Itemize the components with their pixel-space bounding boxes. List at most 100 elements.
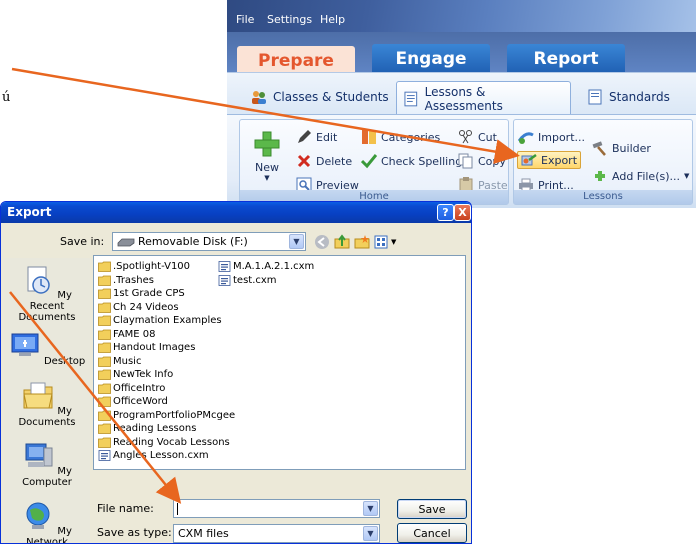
folder-icon	[98, 410, 111, 421]
import-icon	[518, 132, 534, 144]
place-desktop[interactable]: Desktop	[4, 330, 90, 367]
tab-standards-label: Standards	[609, 90, 670, 104]
file-item-label: ProgramPortfolioPMcgee	[113, 409, 236, 421]
file-item-label: Reading Vocab Lessons	[113, 436, 230, 448]
folder-icon	[98, 275, 111, 286]
back-icon[interactable]	[314, 234, 330, 250]
add-files-button[interactable]: Add File(s)... ▼	[592, 167, 689, 185]
folder-icon	[98, 329, 111, 340]
my-network-icon	[26, 502, 50, 529]
top-tabs: Prepare Engage Report	[227, 32, 696, 76]
save-type-label: Save as type:	[97, 526, 172, 539]
check-spelling-label: Check Spelling	[381, 154, 463, 168]
tab-engage[interactable]: Engage	[372, 44, 490, 74]
save-in-dropdown[interactable]: Removable Disk (F:) ▼	[112, 232, 306, 251]
help-button[interactable]: ?	[437, 204, 454, 221]
builder-button[interactable]: Builder	[592, 139, 651, 157]
import-button[interactable]: Import...	[518, 128, 585, 146]
red-x-icon	[297, 154, 311, 168]
folder-icon	[98, 302, 111, 313]
delete-label: Delete	[316, 154, 353, 168]
copy-button[interactable]: Copy	[458, 152, 506, 170]
save-button[interactable]: Save	[397, 499, 467, 519]
chevron-down-icon[interactable]: ▼	[363, 501, 378, 516]
folder-item[interactable]: .Spotlight-V100	[98, 260, 190, 273]
up-folder-icon[interactable]	[334, 233, 350, 250]
file-item-label: .Spotlight-V100	[113, 261, 191, 272]
folder-item[interactable]: NewTek Info	[98, 368, 173, 381]
place-my-network[interactable]: My Network	[4, 500, 90, 543]
folder-item[interactable]: Ch 24 Videos	[98, 301, 179, 314]
file-list[interactable]: .Spotlight-V100 .Trashes 1st Grade CPS Ch 2…	[93, 255, 466, 470]
tab-classes-students[interactable]: Classes & Students	[245, 82, 395, 112]
tab-lessons-assessments[interactable]: Lessons & Assessments	[396, 81, 571, 115]
new-folder-icon[interactable]	[354, 234, 370, 250]
dialog-titlebar[interactable]: Export ? X	[1, 202, 471, 223]
menu-settings[interactable]: Settings	[267, 13, 312, 26]
chevron-down-icon[interactable]: ▼	[391, 238, 396, 246]
cancel-button[interactable]: Cancel	[397, 523, 467, 543]
place-my-documents[interactable]: My Documents	[4, 380, 90, 428]
recent-documents-icon	[27, 266, 50, 294]
file-item-label: test.cxm	[233, 274, 277, 286]
export-button[interactable]: Export	[517, 151, 582, 169]
file-item-label: M.A.1.A.2.1.cxm	[233, 261, 315, 272]
folder-item[interactable]: Handout Images	[98, 341, 195, 354]
categories-button[interactable]: Categories	[361, 128, 440, 146]
place-my-computer[interactable]: My Computer	[4, 440, 90, 488]
dialog-toolbar: ▼	[314, 232, 396, 251]
save-type-dropdown[interactable]: CXM files ▼	[173, 524, 380, 543]
new-button[interactable]: New ▼	[252, 130, 282, 182]
menu-file[interactable]: File	[236, 13, 254, 26]
folder-item[interactable]: Reading Vocab Lessons	[98, 436, 230, 449]
place-my-recent-documents[interactable]: My Recent Documents	[4, 264, 90, 323]
chevron-down-icon: ▼	[684, 172, 690, 180]
folder-item[interactable]: FAME 08	[98, 328, 156, 341]
folder-icon	[98, 288, 111, 299]
categories-label: Categories	[381, 130, 441, 144]
tab-report[interactable]: Report	[507, 44, 625, 74]
copy-label: Copy	[478, 154, 506, 168]
folder-icon	[98, 369, 111, 380]
check-spelling-button[interactable]: Check Spelling	[361, 152, 462, 170]
cxm-file-icon	[218, 274, 231, 286]
view-menu-icon[interactable]	[374, 234, 390, 250]
folder-item[interactable]: OfficeWord	[98, 395, 168, 408]
folder-item[interactable]: Reading Lessons	[98, 422, 196, 435]
file-name-input[interactable]: ▼	[173, 499, 380, 518]
removable-disk-icon	[117, 238, 135, 246]
folder-item[interactable]: 1st Grade CPS	[98, 287, 185, 300]
tab-standards[interactable]: Standards	[581, 82, 676, 112]
edit-button[interactable]: Edit	[296, 128, 337, 146]
my-documents-icon	[23, 382, 53, 409]
cxm-file-icon	[98, 450, 111, 461]
folder-item[interactable]: .Trashes	[98, 274, 154, 287]
folder-item[interactable]: Claymation Examples	[98, 314, 222, 327]
chevron-down-icon[interactable]: ▼	[363, 526, 378, 541]
menu-help[interactable]: Help	[320, 13, 345, 26]
file-item-label: FAME 08	[113, 328, 156, 340]
folder-item[interactable]: ProgramPortfolioPMcgee	[98, 409, 235, 422]
file-item[interactable]: M.A.1.A.2.1.cxm	[218, 260, 314, 273]
export-label: Export	[541, 153, 578, 167]
file-item-label: Ch 24 Videos	[113, 301, 179, 313]
sub-tabs: Classes & Students Lessons & Assessments…	[227, 72, 696, 116]
save-in-text: Removable Disk (F:)	[138, 235, 248, 248]
menu-bar: File Settings Help	[227, 0, 696, 32]
cut-button[interactable]: Cut	[458, 128, 497, 146]
import-label: Import...	[538, 130, 585, 144]
file-item[interactable]: test.cxm	[218, 274, 277, 287]
close-button[interactable]: X	[454, 204, 471, 221]
file-name-label: File name:	[97, 502, 154, 515]
folder-item[interactable]: OfficeIntro	[98, 382, 165, 395]
file-item-label: .Trashes	[113, 274, 154, 286]
file-item[interactable]: Angles Lesson.cxm	[98, 449, 209, 462]
file-item-label: Angles Lesson.cxm	[113, 450, 209, 461]
folder-item[interactable]: Music	[98, 355, 141, 368]
folder-icon	[98, 437, 111, 448]
desktop-icon	[11, 333, 39, 356]
delete-button[interactable]: Delete	[296, 152, 352, 170]
chevron-down-icon[interactable]: ▼	[289, 234, 304, 249]
text-caret	[177, 503, 178, 515]
builder-label: Builder	[612, 141, 651, 155]
